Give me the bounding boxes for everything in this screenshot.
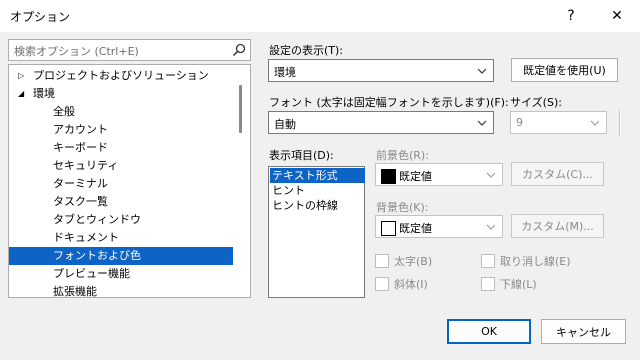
tree-item-general[interactable]: 全般 bbox=[9, 103, 250, 121]
tree-item-extensions[interactable]: 拡張機能 bbox=[9, 283, 250, 298]
ok-button[interactable]: OK bbox=[447, 319, 531, 344]
tree-item-fonts-colors[interactable]: フォントおよび色 bbox=[9, 247, 250, 265]
show-settings-value: 環境 bbox=[274, 66, 296, 79]
tree-item-account[interactable]: アカウント bbox=[9, 121, 250, 139]
tree-item-environment[interactable]: ◢ 環境 bbox=[9, 85, 250, 103]
strikethrough-label: 取り消し線(E) bbox=[500, 255, 571, 268]
foreground-label: 前景色(R): bbox=[376, 149, 429, 162]
size-value: 9 bbox=[516, 116, 523, 129]
underline-checkbox[interactable]: 下線(L) bbox=[481, 276, 537, 292]
foreground-combo[interactable]: 既定値 bbox=[375, 163, 503, 186]
tree-item-terminal[interactable]: ターミナル bbox=[9, 175, 250, 193]
list-item-text-format[interactable]: テキスト形式 bbox=[270, 168, 365, 183]
search-placeholder: 検索オプション (Ctrl+E) bbox=[14, 45, 139, 58]
font-combo[interactable]: 自動 bbox=[268, 111, 494, 134]
tree-item-label: タスク一覧 bbox=[53, 195, 108, 208]
custom-background-button[interactable]: カスタム(M)... bbox=[511, 214, 604, 238]
use-defaults-button[interactable]: 既定値を使用(U) bbox=[511, 58, 618, 82]
custom-foreground-button[interactable]: カスタム(C)... bbox=[511, 162, 604, 186]
preview-edge bbox=[619, 110, 621, 136]
tree-item-documents[interactable]: ドキュメント bbox=[9, 229, 250, 247]
size-label: サイズ(S): bbox=[510, 96, 562, 109]
background-value: 既定値 bbox=[399, 222, 432, 235]
chevron-down-icon bbox=[486, 172, 496, 178]
window-title: オプション bbox=[10, 10, 71, 24]
display-items-list[interactable]: テキスト形式 ヒント ヒントの枠線 bbox=[268, 166, 365, 298]
show-settings-combo[interactable]: 環境 bbox=[268, 59, 494, 82]
italic-label: 斜体(I) bbox=[394, 278, 428, 291]
bold-label: 太字(B) bbox=[394, 255, 433, 268]
tree-item-preview-features[interactable]: プレビュー機能 bbox=[9, 265, 250, 283]
close-icon: ✕ bbox=[611, 8, 623, 24]
underline-label: 下線(L) bbox=[500, 278, 537, 291]
list-item-hint[interactable]: ヒント bbox=[270, 183, 365, 198]
tree-item-label: ターミナル bbox=[53, 177, 108, 190]
options-tree[interactable]: ▷ プロジェクトおよびソリューション ◢ 環境 全般 アカウント キーボード セ… bbox=[8, 64, 251, 298]
chevron-down-icon bbox=[477, 68, 487, 74]
size-combo[interactable]: 9 bbox=[510, 111, 607, 134]
tree-item-label: ドキュメント bbox=[53, 231, 119, 244]
chevron-down-icon bbox=[590, 120, 600, 126]
strikethrough-checkbox[interactable]: 取り消し線(E) bbox=[481, 253, 571, 269]
checkbox-box[interactable] bbox=[375, 277, 389, 291]
search-input[interactable]: 検索オプション (Ctrl+E) bbox=[8, 39, 251, 61]
tree-item-tabs-windows[interactable]: タブとウィンドウ bbox=[9, 211, 250, 229]
background-combo[interactable]: 既定値 bbox=[375, 215, 503, 238]
tree-item-projects[interactable]: ▷ プロジェクトおよびソリューション bbox=[9, 67, 250, 85]
tree-item-security[interactable]: セキュリティ bbox=[9, 157, 250, 175]
tree-item-label: プロジェクトおよびソリューション bbox=[33, 69, 209, 82]
expand-arrow-icon[interactable]: ▷ bbox=[18, 67, 24, 85]
font-value: 自動 bbox=[274, 118, 296, 131]
checkbox-box[interactable] bbox=[481, 254, 495, 268]
chevron-down-icon bbox=[486, 224, 496, 230]
tree-item-label: 環境 bbox=[33, 87, 55, 100]
foreground-swatch bbox=[381, 169, 396, 184]
font-label: フォント (太字は固定幅フォントを示します)(F): bbox=[269, 96, 509, 109]
tree-item-keyboard[interactable]: キーボード bbox=[9, 139, 250, 157]
tree-item-label: アカウント bbox=[53, 123, 108, 136]
scrollbar-thumb[interactable] bbox=[239, 85, 242, 133]
collapse-arrow-icon[interactable]: ◢ bbox=[18, 85, 24, 103]
search-icon bbox=[232, 43, 246, 57]
tree-item-label: セキュリティ bbox=[53, 159, 119, 172]
tree-item-label: 全般 bbox=[53, 105, 75, 118]
title-bar: オプション ? ✕ bbox=[0, 0, 640, 32]
tree-item-label: プレビュー機能 bbox=[53, 267, 130, 280]
background-label: 背景色(K): bbox=[376, 201, 429, 214]
help-button[interactable]: ? bbox=[548, 0, 594, 32]
checkbox-box[interactable] bbox=[375, 254, 389, 268]
cancel-button[interactable]: キャンセル bbox=[541, 319, 626, 344]
tree-scrollbar[interactable] bbox=[233, 65, 250, 297]
list-item-hint-border[interactable]: ヒントの枠線 bbox=[270, 198, 365, 213]
tree-item-label: キーボード bbox=[53, 141, 108, 154]
show-settings-label: 設定の表示(T): bbox=[269, 44, 344, 57]
bold-checkbox[interactable]: 太字(B) bbox=[375, 253, 432, 269]
chevron-down-icon bbox=[477, 120, 487, 126]
tree-item-label: タブとウィンドウ bbox=[53, 213, 141, 226]
tree-item-task-list[interactable]: タスク一覧 bbox=[9, 193, 250, 211]
italic-checkbox[interactable]: 斜体(I) bbox=[375, 276, 428, 292]
tree-item-label: フォントおよび色 bbox=[53, 249, 141, 262]
checkbox-box[interactable] bbox=[481, 277, 495, 291]
close-button[interactable]: ✕ bbox=[594, 0, 640, 32]
help-icon: ? bbox=[567, 8, 575, 24]
background-swatch bbox=[381, 221, 396, 236]
display-items-label: 表示項目(D): bbox=[269, 149, 334, 162]
foreground-value: 既定値 bbox=[399, 170, 432, 183]
tree-item-label: 拡張機能 bbox=[53, 285, 97, 298]
